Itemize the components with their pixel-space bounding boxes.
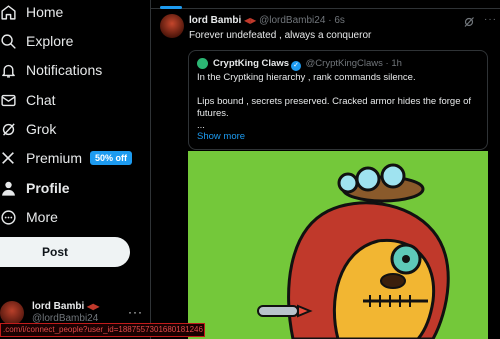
quoted-time: 1h [391, 58, 402, 69]
account-avatar [0, 301, 24, 325]
nav-explore[interactable]: Explore [0, 26, 73, 56]
quoted-tweet[interactable]: CryptKing Claws ✓ @CryptKingClaws · 1h In… [188, 50, 488, 150]
nav-profile[interactable]: Profile [0, 173, 70, 203]
tweet-time[interactable]: 6s [334, 15, 345, 26]
nav-label-notifications: Notifications [26, 62, 103, 78]
grok-icon [0, 119, 18, 139]
nav-notifications[interactable]: Notifications [0, 55, 102, 85]
search-icon [0, 31, 18, 51]
media-image[interactable] [188, 151, 488, 339]
tweet-text: Forever undefeated , always a conqueror [189, 30, 372, 41]
nav-label-home: Home [26, 4, 64, 20]
quoted-header: CryptKing Claws ✓ @CryptKingClaws · 1h [213, 58, 402, 71]
account-more-icon[interactable]: ··· [128, 305, 143, 319]
tweet-dot: · [328, 15, 332, 26]
nav-more[interactable]: More [0, 202, 58, 232]
quoted-author-name: CryptKing Claws [213, 58, 290, 69]
nav-premium[interactable]: Premium 50% off [0, 143, 133, 173]
bell-icon [0, 60, 18, 80]
more-circle-icon [0, 207, 18, 227]
nav-label-profile: Profile [26, 180, 70, 196]
nav-grok[interactable]: Grok [0, 114, 56, 144]
quoted-text-line-1: In the Cryptking hierarchy , rank comman… [197, 72, 416, 83]
nav-label-explore: Explore [26, 33, 74, 49]
sidebar-nav: Home Explore Notifications Chat Grok Pre… [0, 0, 150, 339]
nav-home[interactable]: Home [0, 0, 63, 27]
post-button[interactable]: Post [0, 237, 130, 267]
tweet-header: lord Bambi ◀▶ @lordBambi24 · 6s [189, 15, 345, 26]
account-emoji: ◀▶ [87, 302, 100, 311]
nav-label-chat: Chat [26, 92, 56, 108]
tweet-author-name[interactable]: lord Bambi [189, 15, 241, 26]
quoted-avatar [197, 58, 208, 69]
nav-label-more: More [26, 209, 58, 225]
lion-illustration [188, 151, 488, 339]
quoted-author-handle: @CryptKingClaws [305, 58, 383, 69]
quoted-text-line-2: Lips bound , secrets preserved. Cracked … [197, 96, 472, 107]
verified-badge-icon: ✓ [291, 61, 302, 71]
quoted-text-ellipsis: ... [197, 120, 205, 131]
quoted-text-line-3: futures. [197, 108, 229, 119]
premium-discount-badge: 50% off [90, 151, 133, 165]
show-more-link[interactable]: Show more [197, 131, 245, 142]
nav-label-grok: Grok [26, 121, 57, 137]
account-name: lord Bambi ◀▶ [32, 301, 100, 312]
tweet-author-handle[interactable]: @lordBambi24 [259, 15, 325, 26]
column-divider [150, 0, 151, 339]
quoted-dot: · [385, 58, 389, 69]
mail-icon [0, 90, 18, 110]
nav-label-premium: Premium [26, 150, 83, 166]
grok-icon[interactable] [463, 15, 475, 27]
home-icon [0, 2, 18, 22]
author-emoji: ◀▶ [244, 16, 257, 25]
status-bar-url: .com/i/connect_people?user_id=1887557301… [0, 323, 205, 337]
nav-chat[interactable]: Chat [0, 85, 56, 115]
tweet-avatar[interactable] [160, 14, 184, 38]
tab-indicator [160, 6, 182, 9]
person-icon [0, 178, 18, 198]
tweet-more-icon[interactable]: ··· [484, 14, 497, 25]
feed-top-border [151, 8, 500, 9]
x-logo-icon [0, 148, 18, 168]
